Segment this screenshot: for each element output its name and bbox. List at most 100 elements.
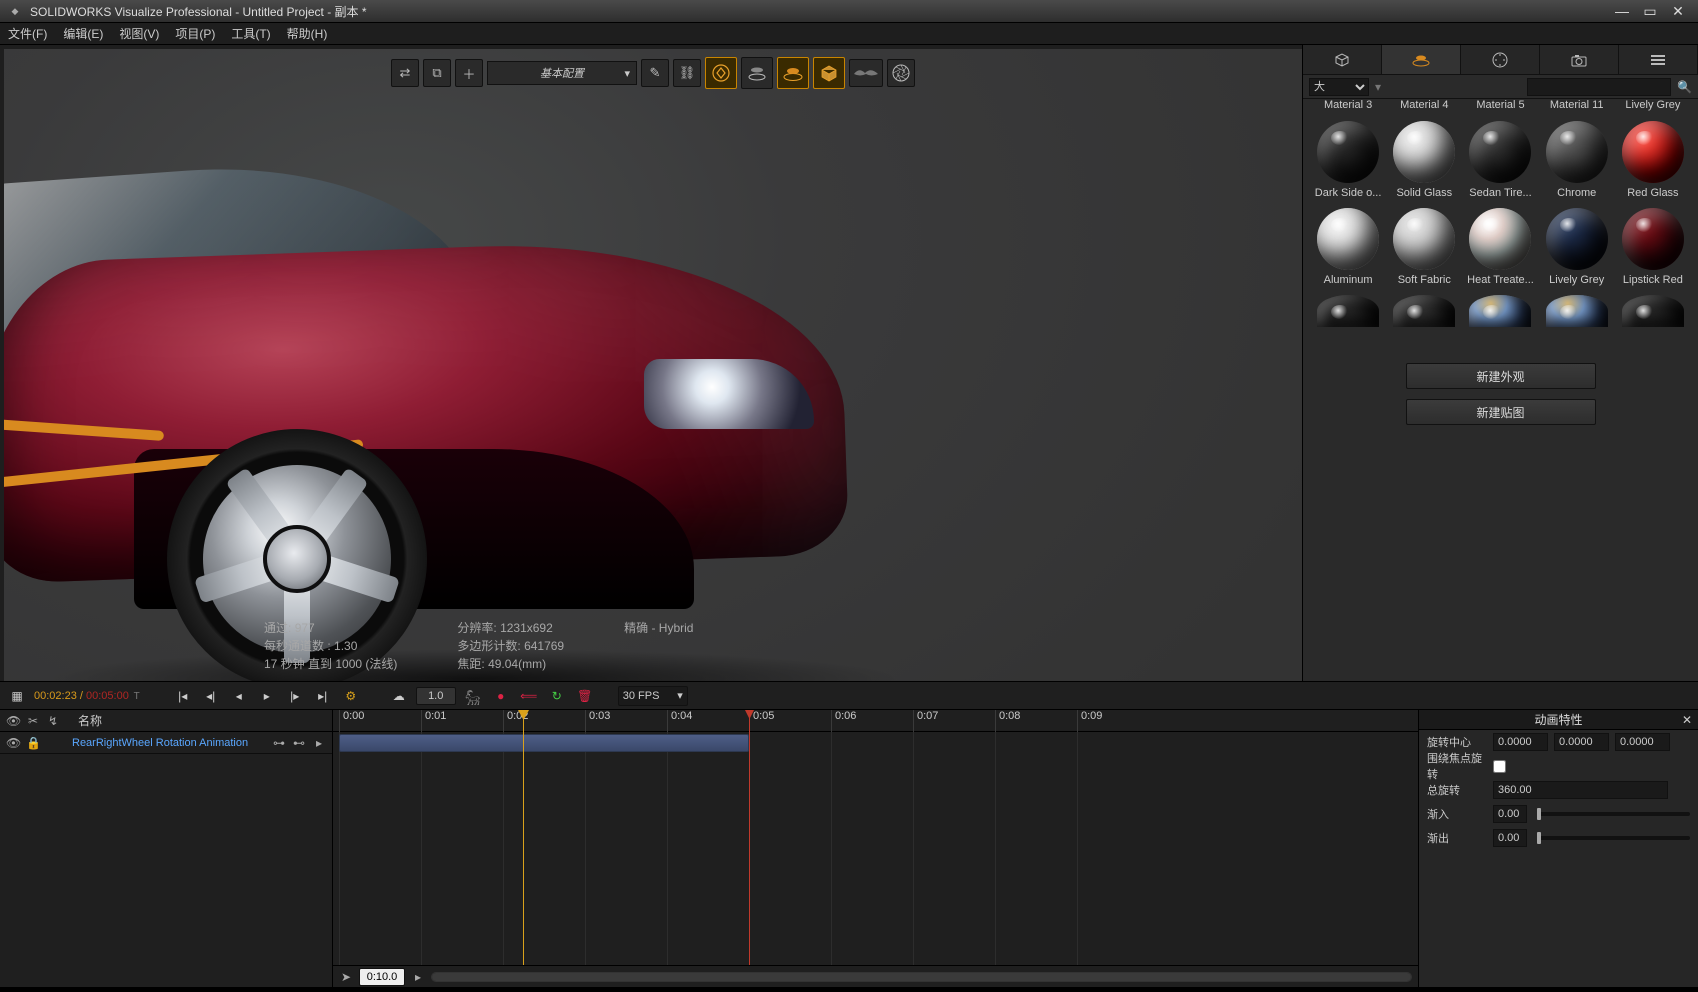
play-back-icon[interactable]: ◂ — [228, 685, 250, 707]
key-end-icon[interactable]: ⊷ — [292, 736, 306, 750]
search-icon[interactable]: 🔍 — [1677, 80, 1692, 94]
loop-icon[interactable]: ↻ — [546, 685, 568, 707]
keyframe-back-icon[interactable]: ⟸ — [518, 685, 540, 707]
next-key-icon[interactable]: |▸ — [284, 685, 306, 707]
time-ruler[interactable]: 0:00 0:01 0:02 0:03 0:04 0:05 0:06 0:07 … — [333, 710, 1418, 732]
material-item[interactable] — [1389, 295, 1459, 327]
ease-out-slider[interactable] — [1537, 836, 1690, 840]
material-item[interactable]: Soft Fabric — [1389, 208, 1459, 289]
menu-help[interactable]: 帮助(H) — [287, 25, 328, 42]
menu-project[interactable]: 项目(P) — [175, 25, 215, 42]
recycle-icon[interactable]: ⇄ — [391, 59, 419, 87]
material-item[interactable]: Material 5 — [1465, 99, 1535, 115]
viewport-toolbar: ⇄ ⧉ ＋ 基本配置 ✎ ⛓ — [391, 57, 915, 89]
timeline-scrollbar[interactable] — [431, 972, 1412, 982]
fps-dropdown[interactable]: 30 FPS▾ — [618, 686, 688, 706]
render-quality-fast-icon[interactable] — [705, 57, 737, 89]
menu-file[interactable]: 文件(F) — [8, 25, 47, 42]
material-item[interactable]: Material 3 — [1313, 99, 1383, 115]
play-icon[interactable]: ▸ — [256, 685, 278, 707]
material-item[interactable]: Lively Grey — [1618, 99, 1688, 115]
goto-play-icon[interactable]: ▸ — [411, 970, 425, 984]
timecode: 00:02:23 / 00:05:00 T — [34, 690, 140, 702]
material-item[interactable]: Material 11 — [1542, 99, 1612, 115]
trash-icon[interactable]: 🗑 — [574, 685, 596, 707]
pivot-x-input[interactable] — [1493, 733, 1548, 751]
new-appearance-button[interactable]: 新建外观 — [1406, 363, 1596, 389]
total-rot-input[interactable] — [1493, 781, 1668, 799]
tab-cameras-icon[interactable] — [1540, 45, 1619, 74]
add-icon[interactable]: ＋ — [455, 59, 483, 87]
ease-out-input[interactable] — [1493, 829, 1527, 847]
render-mode-box-icon[interactable] — [813, 57, 845, 89]
go-arrow-icon[interactable]: ➤ — [339, 970, 353, 984]
title-bar: ◆ SOLIDWORKS Visualize Professional - Un… — [0, 0, 1698, 23]
pivot-z-input[interactable] — [1615, 733, 1670, 751]
grid-icon[interactable]: ▦ — [6, 685, 28, 707]
animation-clip[interactable] — [339, 734, 749, 752]
tab-library-icon[interactable] — [1619, 45, 1698, 74]
close-panel-icon[interactable]: ✕ — [1682, 713, 1692, 727]
edit-icon[interactable]: ✎ — [641, 59, 669, 87]
end-marker[interactable] — [749, 710, 750, 965]
size-filter-dropdown[interactable]: 大 — [1309, 78, 1369, 96]
pivot-y-input[interactable] — [1554, 733, 1609, 751]
scissors-col-icon[interactable]: ✂ — [26, 714, 40, 728]
ease-in-input[interactable] — [1493, 805, 1527, 823]
timeline-tracks[interactable]: 0:00 0:01 0:02 0:03 0:04 0:05 0:06 0:07 … — [333, 710, 1418, 987]
material-item[interactable] — [1542, 295, 1612, 327]
material-item[interactable]: Heat Treate... — [1465, 208, 1535, 289]
material-item[interactable] — [1313, 295, 1383, 327]
expand-icon[interactable]: ▸ — [312, 736, 326, 750]
material-item[interactable]: Lively Grey — [1542, 208, 1612, 289]
search-input[interactable] — [1527, 78, 1671, 96]
link-col-icon[interactable]: ↯ — [46, 714, 60, 728]
minimize-button[interactable]: — — [1608, 1, 1636, 21]
track-lock-icon[interactable]: 🔒 — [26, 736, 40, 750]
maximize-button[interactable]: ▭ — [1636, 1, 1664, 21]
ease-in-slider[interactable] — [1537, 812, 1690, 816]
wings-icon[interactable] — [849, 59, 883, 87]
copy-icon[interactable]: ⧉ — [423, 59, 451, 87]
settings-gear-icon[interactable]: ⚙ — [340, 685, 362, 707]
material-item[interactable]: Red Glass — [1618, 121, 1688, 202]
key-start-icon[interactable]: ⊶ — [272, 736, 286, 750]
goto-time-input[interactable]: 0:10.0 — [359, 968, 405, 986]
material-item[interactable]: Lipstick Red — [1618, 208, 1688, 289]
material-item[interactable]: Chrome — [1542, 121, 1612, 202]
link-icon[interactable]: ⛓ — [673, 59, 701, 87]
material-item[interactable]: Material 4 — [1389, 99, 1459, 115]
viewport[interactable]: ⇄ ⧉ ＋ 基本配置 ✎ ⛓ — [4, 49, 1302, 681]
motion-icon[interactable]: 𓃵 — [462, 685, 484, 707]
track-visible-icon[interactable]: 👁 — [6, 736, 20, 750]
menu-edit[interactable]: 编辑(E) — [63, 25, 103, 42]
track-row[interactable]: 👁 🔒 RearRightWheel Rotation Animation ⊶ … — [0, 732, 332, 754]
close-button[interactable]: ✕ — [1664, 1, 1692, 21]
visibility-col-icon[interactable]: 👁 — [6, 714, 20, 728]
prev-key-icon[interactable]: ◂| — [200, 685, 222, 707]
menu-view[interactable]: 视图(V) — [119, 25, 159, 42]
playhead[interactable] — [523, 710, 524, 965]
new-texture-button[interactable]: 新建贴图 — [1406, 399, 1596, 425]
speed-input[interactable]: 1.0 — [416, 687, 456, 705]
material-item[interactable]: Sedan Tire... — [1465, 121, 1535, 202]
tab-models-icon[interactable] — [1303, 45, 1382, 74]
aperture-icon[interactable] — [887, 59, 915, 87]
configuration-dropdown[interactable]: 基本配置 — [487, 61, 637, 85]
go-end-icon[interactable]: ▸| — [312, 685, 334, 707]
orbit-focus-checkbox[interactable] — [1493, 760, 1506, 773]
turntable-icon[interactable] — [741, 57, 773, 89]
cloud-icon[interactable]: ☁ — [388, 685, 410, 707]
render-image — [4, 49, 1302, 681]
go-start-icon[interactable]: |◂ — [172, 685, 194, 707]
material-item[interactable] — [1618, 295, 1688, 327]
material-item[interactable] — [1465, 295, 1535, 327]
tab-appearances-icon[interactable] — [1382, 45, 1461, 74]
material-item[interactable]: Dark Side o... — [1313, 121, 1383, 202]
record-icon[interactable]: ● — [490, 685, 512, 707]
material-item[interactable]: Aluminum — [1313, 208, 1383, 289]
menu-tools[interactable]: 工具(T) — [231, 25, 270, 42]
material-item[interactable]: Solid Glass — [1389, 121, 1459, 202]
tab-scenes-icon[interactable] — [1461, 45, 1540, 74]
render-mode-accurate-icon[interactable] — [777, 57, 809, 89]
